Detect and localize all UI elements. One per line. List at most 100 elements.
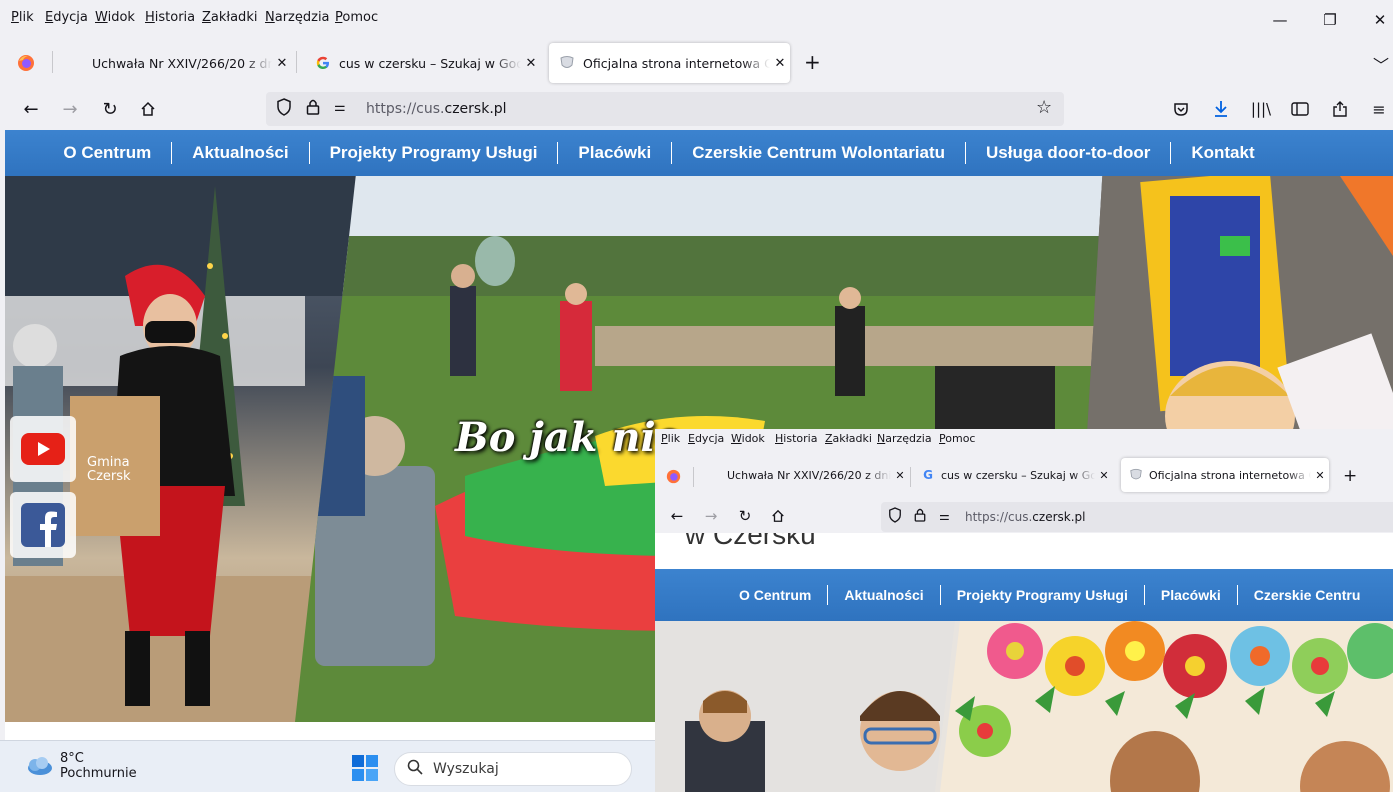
- tab-google-search[interactable]: G cus w czersku – Szukaj w Google ✕: [913, 458, 1113, 492]
- menu-edit[interactable]: Edycja: [45, 10, 88, 25]
- forward-arrow-icon[interactable]: →: [700, 505, 722, 527]
- weather-widget[interactable]: 8°C Pochmurnie: [24, 751, 137, 781]
- nav-door-to-door[interactable]: Usługa door-to-door: [966, 142, 1172, 164]
- nav-wolontariat[interactable]: Czerskie Centru: [1238, 585, 1377, 605]
- bookmark-star-icon[interactable]: ☆: [1036, 97, 1052, 118]
- web-page-secondary: w Czersku O Centrum Aktualności Projekty…: [655, 533, 1393, 792]
- nav-aktualnosci[interactable]: Aktualności: [828, 585, 941, 605]
- url-prefix: https://cus.: [366, 101, 445, 117]
- nav-o-centrum[interactable]: O Centrum: [723, 585, 829, 605]
- menu-tools[interactable]: Narzędzia: [265, 10, 330, 25]
- tab-separator: [52, 51, 53, 73]
- menu-help[interactable]: Pomoc: [939, 432, 975, 445]
- menu-bookmarks[interactable]: Zakładki: [825, 432, 872, 445]
- tab-title: cus w czersku – Szukaj w Google: [941, 468, 1095, 482]
- firefox-icon[interactable]: [17, 54, 35, 72]
- url-text[interactable]: https://cus.czersk.pl: [965, 510, 1085, 524]
- permissions-icon[interactable]: ⚌: [939, 509, 950, 523]
- weather-condition: Pochmurnie: [60, 766, 137, 781]
- lock-icon[interactable]: [306, 98, 320, 120]
- menu-tools[interactable]: Narzędzia: [877, 432, 932, 445]
- menu-bookmarks[interactable]: Zakładki: [202, 10, 257, 25]
- document-icon: [68, 55, 84, 71]
- reload-icon[interactable]: ↻: [97, 96, 123, 122]
- crest-icon: [559, 55, 575, 71]
- tab-title: Oficjalna strona internetowa Cen: [583, 55, 770, 71]
- nav-placowki[interactable]: Placówki: [558, 142, 673, 164]
- facebook-button[interactable]: [10, 492, 76, 558]
- url-text[interactable]: https://cus.czersk.pl: [366, 101, 507, 117]
- menu-help[interactable]: Pomoc: [335, 10, 378, 25]
- menu-file[interactable]: Plik: [11, 10, 34, 25]
- forward-arrow-icon[interactable]: →: [57, 96, 83, 122]
- new-tab-button[interactable]: +: [1343, 466, 1357, 486]
- firefox-icon[interactable]: [666, 469, 681, 484]
- menu-view[interactable]: Widok: [731, 432, 765, 445]
- restore-button[interactable]: ❐: [1315, 9, 1345, 31]
- browser-window-secondary: Plik Edycja Widok Historia Zakładki Narz…: [655, 429, 1393, 792]
- close-tab-icon[interactable]: ✕: [1095, 469, 1113, 482]
- tab-uchwala[interactable]: Uchwała Nr XXIV/266/20 z dnia 22 w ✕: [58, 43, 292, 83]
- weather-temperature: 8°C: [60, 751, 84, 766]
- close-tab-icon[interactable]: ✕: [521, 56, 541, 71]
- nav-aktualnosci[interactable]: Aktualności: [172, 142, 310, 164]
- menu-hamburger-icon[interactable]: ≡: [1366, 96, 1392, 122]
- close-window-button[interactable]: ✕: [1365, 9, 1393, 31]
- new-tab-button[interactable]: +: [804, 50, 821, 74]
- url-bar[interactable]: ⚌ https://cus.czersk.pl ☆: [266, 92, 1064, 126]
- list-all-tabs-icon[interactable]: ﹀: [1373, 52, 1389, 76]
- tab-title: cus w czersku – Szukaj w Google: [339, 55, 521, 71]
- hero-photo-classroom: [655, 621, 1393, 792]
- close-tab-icon[interactable]: ✕: [891, 469, 909, 482]
- youtube-button[interactable]: [10, 416, 76, 482]
- reload-icon[interactable]: ↻: [734, 505, 756, 527]
- share-icon[interactable]: [1327, 96, 1353, 122]
- menu-file[interactable]: Plik: [661, 432, 680, 445]
- nav-wolontariat[interactable]: Czerskie Centrum Wolontariatu: [672, 142, 967, 164]
- back-arrow-icon[interactable]: ←: [666, 505, 688, 527]
- library-icon[interactable]: |||\: [1248, 96, 1274, 122]
- nav-o-centrum[interactable]: O Centrum: [43, 142, 173, 164]
- menu-bar: Plik Edycja Widok Historia Zakładki Narz…: [655, 429, 1393, 449]
- tab-title: Uchwała Nr XXIV/266/20 z dnia 22 w: [727, 468, 891, 482]
- sidebar-icon[interactable]: [1287, 96, 1313, 122]
- menu-history[interactable]: Historia: [775, 432, 817, 445]
- shield-icon[interactable]: [888, 507, 902, 527]
- close-tab-icon[interactable]: ✕: [272, 56, 292, 71]
- tab-separator: [693, 467, 694, 487]
- tab-uchwala[interactable]: Uchwała Nr XXIV/266/20 z dnia 22 w ✕: [699, 458, 909, 492]
- lock-icon[interactable]: [914, 507, 926, 527]
- tab-oficjalna-strona[interactable]: Oficjalna strona internetowa Cen ✕: [1121, 458, 1329, 492]
- pocket-icon[interactable]: [1168, 96, 1194, 122]
- permissions-icon[interactable]: ⚌: [334, 100, 346, 115]
- downloads-icon[interactable]: [1208, 96, 1234, 122]
- menu-view[interactable]: Widok: [95, 10, 135, 25]
- nav-kontakt[interactable]: Kontakt: [1171, 142, 1274, 164]
- menu-bar: Plik Edycja Widok Historia Zakładki Narz…: [0, 0, 1393, 32]
- tab-bar: Uchwała Nr XXIV/266/20 z dnia 22 w ✕ G c…: [655, 451, 1393, 501]
- search-icon: [407, 759, 423, 779]
- crest-icon: [1129, 468, 1143, 482]
- taskbar-search-box[interactable]: Wyszukaj: [394, 752, 632, 786]
- nav-placowki[interactable]: Placówki: [1145, 585, 1238, 605]
- tab-google-search[interactable]: cus w czersku – Szukaj w Google ✕: [305, 43, 541, 83]
- nav-projekty[interactable]: Projekty Programy Usługi: [310, 142, 559, 164]
- tab-oficjalna-strona[interactable]: Oficjalna strona internetowa Cen ✕: [549, 43, 790, 83]
- home-icon[interactable]: [767, 505, 789, 527]
- url-bar[interactable]: ⚌ https://cus.czersk.pl: [881, 502, 1393, 532]
- site-logo-fragment[interactable]: w Czersku: [685, 533, 816, 551]
- menu-edit[interactable]: Edycja: [688, 432, 724, 445]
- tab-separator: [296, 51, 297, 73]
- nav-projekty[interactable]: Projekty Programy Usługi: [941, 585, 1145, 605]
- hero-slider[interactable]: [655, 621, 1393, 792]
- close-tab-icon[interactable]: ✕: [770, 56, 790, 71]
- shield-icon[interactable]: [276, 98, 292, 120]
- youtube-icon: [21, 433, 65, 465]
- url-prefix: https://cus.: [965, 510, 1033, 524]
- windows-start-button[interactable]: [352, 755, 378, 781]
- back-arrow-icon[interactable]: ←: [18, 96, 44, 122]
- minimize-button[interactable]: —: [1265, 9, 1295, 31]
- menu-history[interactable]: Historia: [145, 10, 195, 25]
- close-tab-icon[interactable]: ✕: [1311, 469, 1329, 482]
- home-icon[interactable]: [135, 96, 161, 122]
